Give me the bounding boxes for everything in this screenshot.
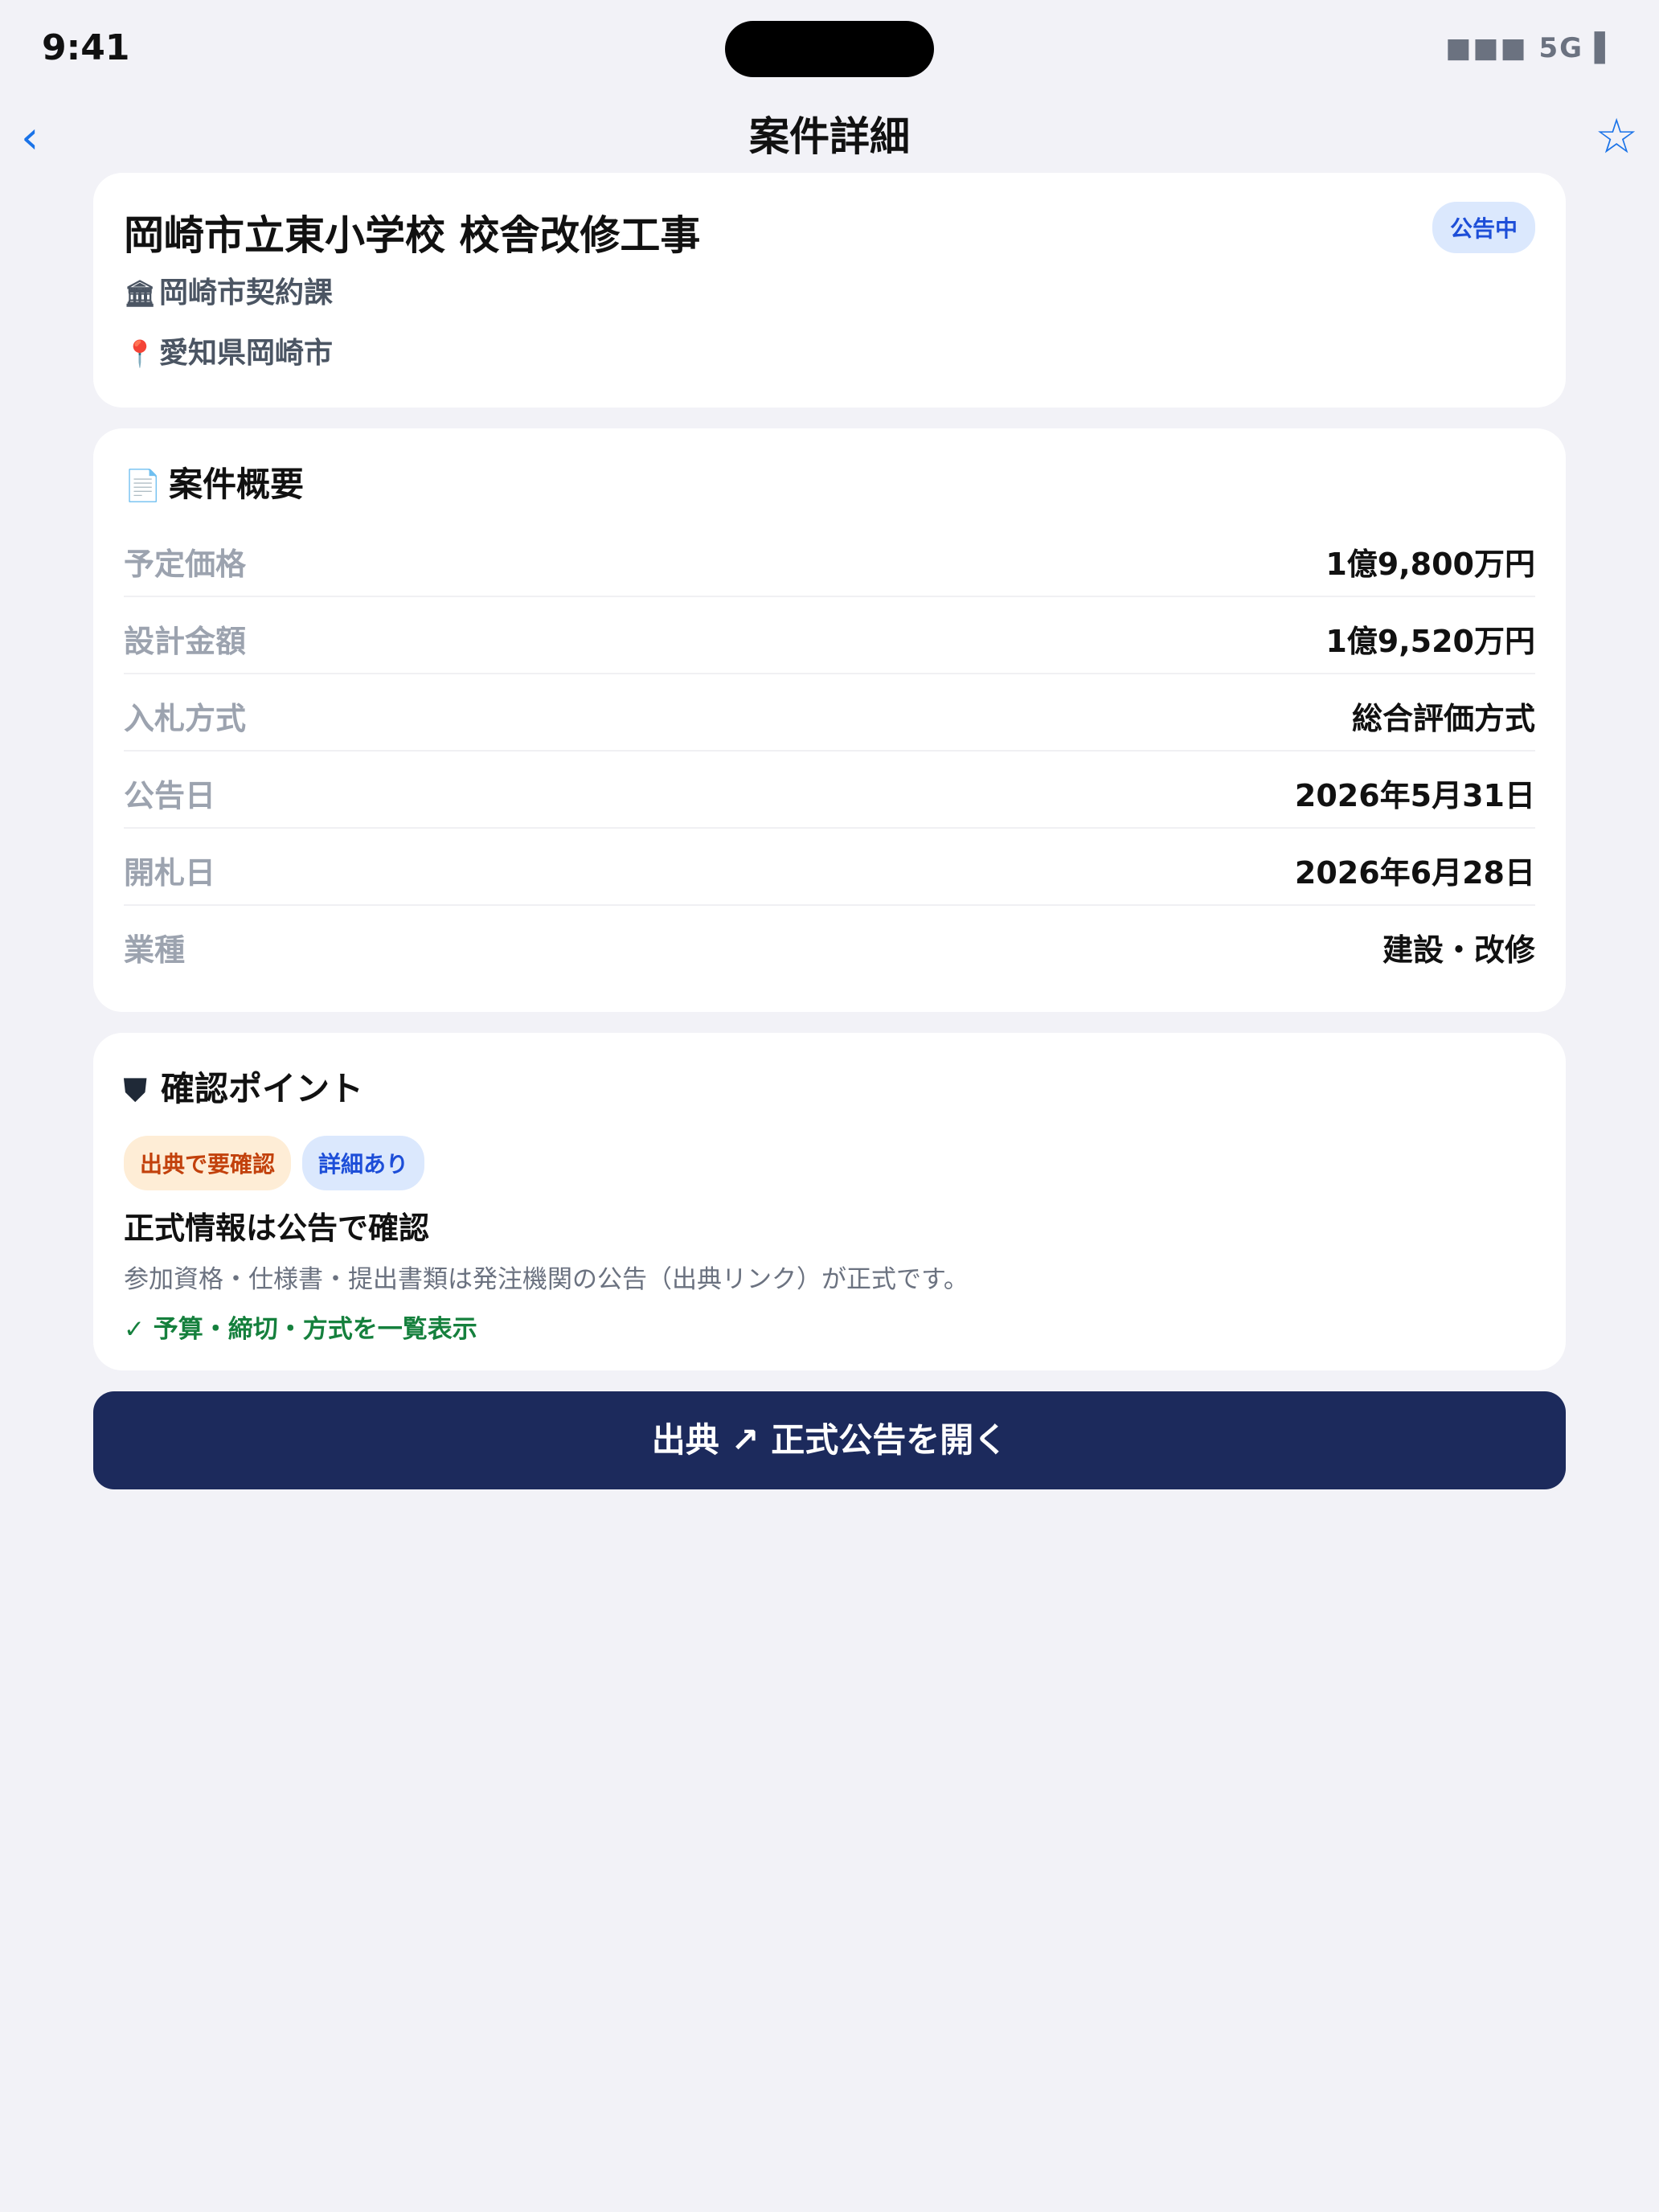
detail-label: 公告日 bbox=[124, 778, 216, 813]
detail-row-bid-method: 入札方式 総合評価方式 bbox=[124, 673, 1535, 752]
shield-icon: ⛊ bbox=[124, 1072, 147, 1108]
status-time: 9:41 bbox=[42, 27, 130, 68]
nav-bar: ‹ 案件詳細 ☆ bbox=[0, 96, 1659, 177]
pin-icon: 📍 bbox=[124, 338, 156, 369]
status-badge: 公告中 bbox=[1432, 202, 1535, 253]
detail-label: 業種 bbox=[124, 932, 186, 968]
detail-value: 建設・改修 bbox=[1382, 932, 1535, 968]
detail-row-budget: 予定価格 1億9,800万円 bbox=[124, 518, 1535, 597]
detail-label: 設計金額 bbox=[124, 624, 247, 659]
tag-verify-source: 出典で要確認 bbox=[124, 1136, 292, 1190]
detail-row-opening-date: 開札日 2026年6月28日 bbox=[124, 827, 1535, 906]
detail-label: 予定価格 bbox=[124, 547, 247, 582]
detail-value: 1億9,800万円 bbox=[1325, 547, 1535, 582]
detail-value: 総合評価方式 bbox=[1351, 701, 1535, 736]
signal-indicator: ■■■ 5G ▌ bbox=[1445, 32, 1617, 64]
point-description: 参加資格・仕様書・提出書類は発注機関の公告（出典リンク）が正式です。 bbox=[124, 1265, 969, 1294]
status-bar: 9:41 ■■■ 5G ▌ bbox=[0, 0, 1659, 96]
location-row: 📍 愛知県岡崎市 bbox=[124, 330, 333, 371]
government-building-icon: 🏛 bbox=[124, 278, 157, 309]
detail-row-announce-date: 公告日 2026年5月31日 bbox=[124, 750, 1535, 829]
detail-label: 開札日 bbox=[124, 855, 216, 891]
check-points-title: 確認ポイント bbox=[161, 1069, 364, 1108]
overview-card: 📄 案件概要 予定価格 1億9,800万円 設計金額 1億9,520万円 入札方式… bbox=[93, 428, 1566, 1012]
location-name: 愛知県岡崎市 bbox=[159, 337, 334, 370]
detail-value: 2026年5月31日 bbox=[1294, 778, 1535, 813]
detail-row-design-amount: 設計金額 1億9,520万円 bbox=[124, 596, 1535, 674]
detail-value: 1億9,520万円 bbox=[1325, 624, 1535, 659]
project-title: 岡崎市立東小学校 校舎改修工事 bbox=[124, 212, 701, 259]
tag-has-details: 詳細あり bbox=[302, 1136, 425, 1190]
check-points-heading: ⛊ 確認ポイント bbox=[124, 1062, 363, 1111]
overview-heading: 📄 案件概要 bbox=[124, 457, 304, 506]
document-icon: 📄 bbox=[124, 468, 162, 503]
agency-row: 🏛岡崎市契約課 bbox=[124, 269, 333, 311]
point-heading: 正式情報は公告で確認 bbox=[124, 1210, 430, 1246]
star-icon[interactable]: ☆ bbox=[1595, 104, 1638, 169]
detail-row-industry: 業種 建設・改修 bbox=[124, 904, 1535, 981]
summary-card: 岡崎市立東小学校 校舎改修工事 公告中 🏛岡崎市契約課 📍 愛知県岡崎市 bbox=[93, 173, 1566, 408]
page-title: 案件詳細 bbox=[749, 113, 910, 160]
detail-label: 入札方式 bbox=[124, 701, 247, 736]
agency-name: 岡崎市契約課 bbox=[159, 276, 334, 309]
detail-value: 2026年6月28日 bbox=[1294, 855, 1535, 891]
dynamic-island bbox=[725, 21, 934, 77]
overview-title: 案件概要 bbox=[169, 465, 305, 504]
open-source-button[interactable]: 出典 ↗ 正式公告を開く bbox=[93, 1391, 1566, 1489]
tag-list: 出典で要確認 詳細あり bbox=[124, 1136, 436, 1190]
check-points-card: ⛊ 確認ポイント 出典で要確認 詳細あり 正式情報は公告で確認 参加資格・仕様書・提… bbox=[93, 1033, 1566, 1370]
point-confirmation: ✓ 予算・締切・方式を一覧表示 bbox=[124, 1315, 477, 1344]
